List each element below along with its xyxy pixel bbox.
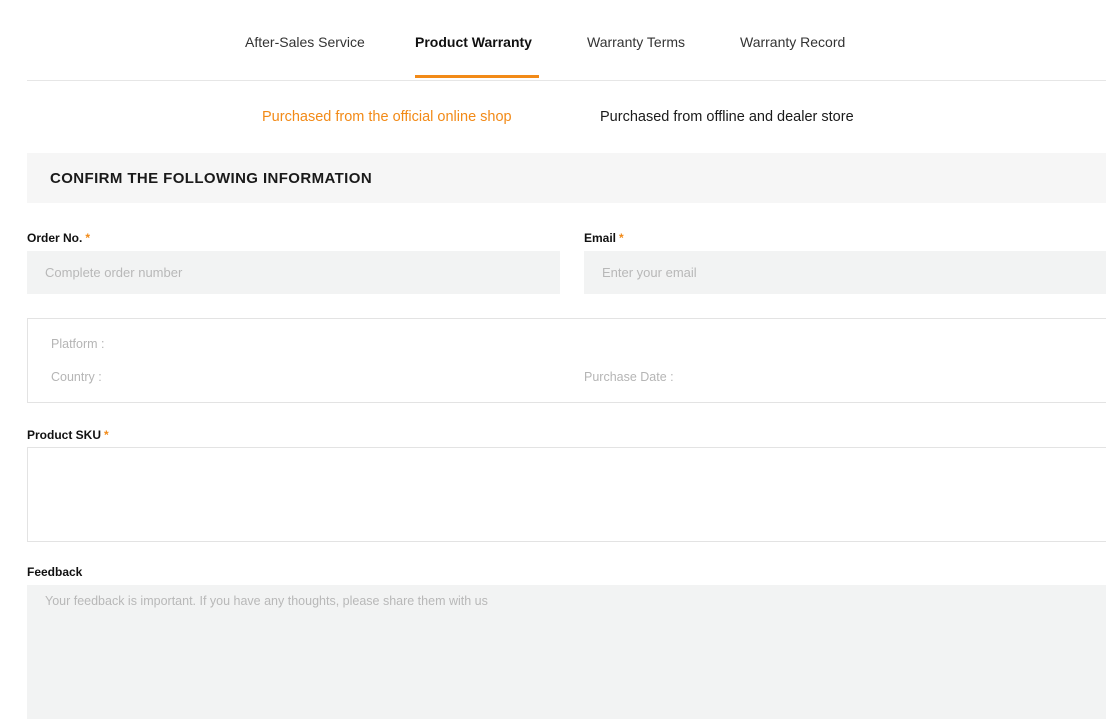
product-sku-selector[interactable]	[27, 447, 1106, 542]
email-label-text: Email	[584, 231, 617, 245]
order-number-label: Order No. *	[27, 231, 90, 245]
order-number-label-text: Order No.	[27, 231, 83, 245]
email-input[interactable]	[584, 251, 1106, 294]
feedback-label: Feedback	[27, 565, 82, 579]
feedback-textarea[interactable]	[27, 585, 1106, 719]
product-sku-label: Product SKU *	[27, 428, 109, 442]
active-tab-indicator	[415, 75, 539, 78]
tab-product-warranty[interactable]: Product Warranty	[415, 34, 532, 50]
product-sku-label-text: Product SKU	[27, 428, 102, 442]
order-info-box: Platform : Country : Purchase Date :	[27, 318, 1106, 403]
platform-label: Platform :	[51, 337, 105, 351]
section-title: CONFIRM THE FOLLOWING INFORMATION	[50, 170, 373, 187]
tab-warranty-record[interactable]: Warranty Record	[740, 34, 845, 50]
warranty-tab-bar: After-Sales Service Product Warranty War…	[27, 0, 1106, 81]
order-number-input[interactable]	[27, 251, 560, 294]
required-marker: *	[104, 428, 109, 442]
email-label: Email *	[584, 231, 624, 245]
tab-after-sales-service[interactable]: After-Sales Service	[245, 34, 365, 50]
country-label: Country :	[51, 370, 102, 384]
purchase-source-offline-dealer[interactable]: Purchased from offline and dealer store	[600, 109, 854, 125]
required-marker: *	[619, 231, 624, 245]
required-marker: *	[85, 231, 91, 245]
tab-warranty-terms[interactable]: Warranty Terms	[587, 34, 685, 50]
purchase-date-label: Purchase Date :	[584, 370, 674, 384]
purchase-source-online-shop[interactable]: Purchased from the official online shop	[262, 109, 512, 125]
section-header: CONFIRM THE FOLLOWING INFORMATION	[27, 153, 1106, 203]
feedback-label-text: Feedback	[27, 565, 83, 579]
